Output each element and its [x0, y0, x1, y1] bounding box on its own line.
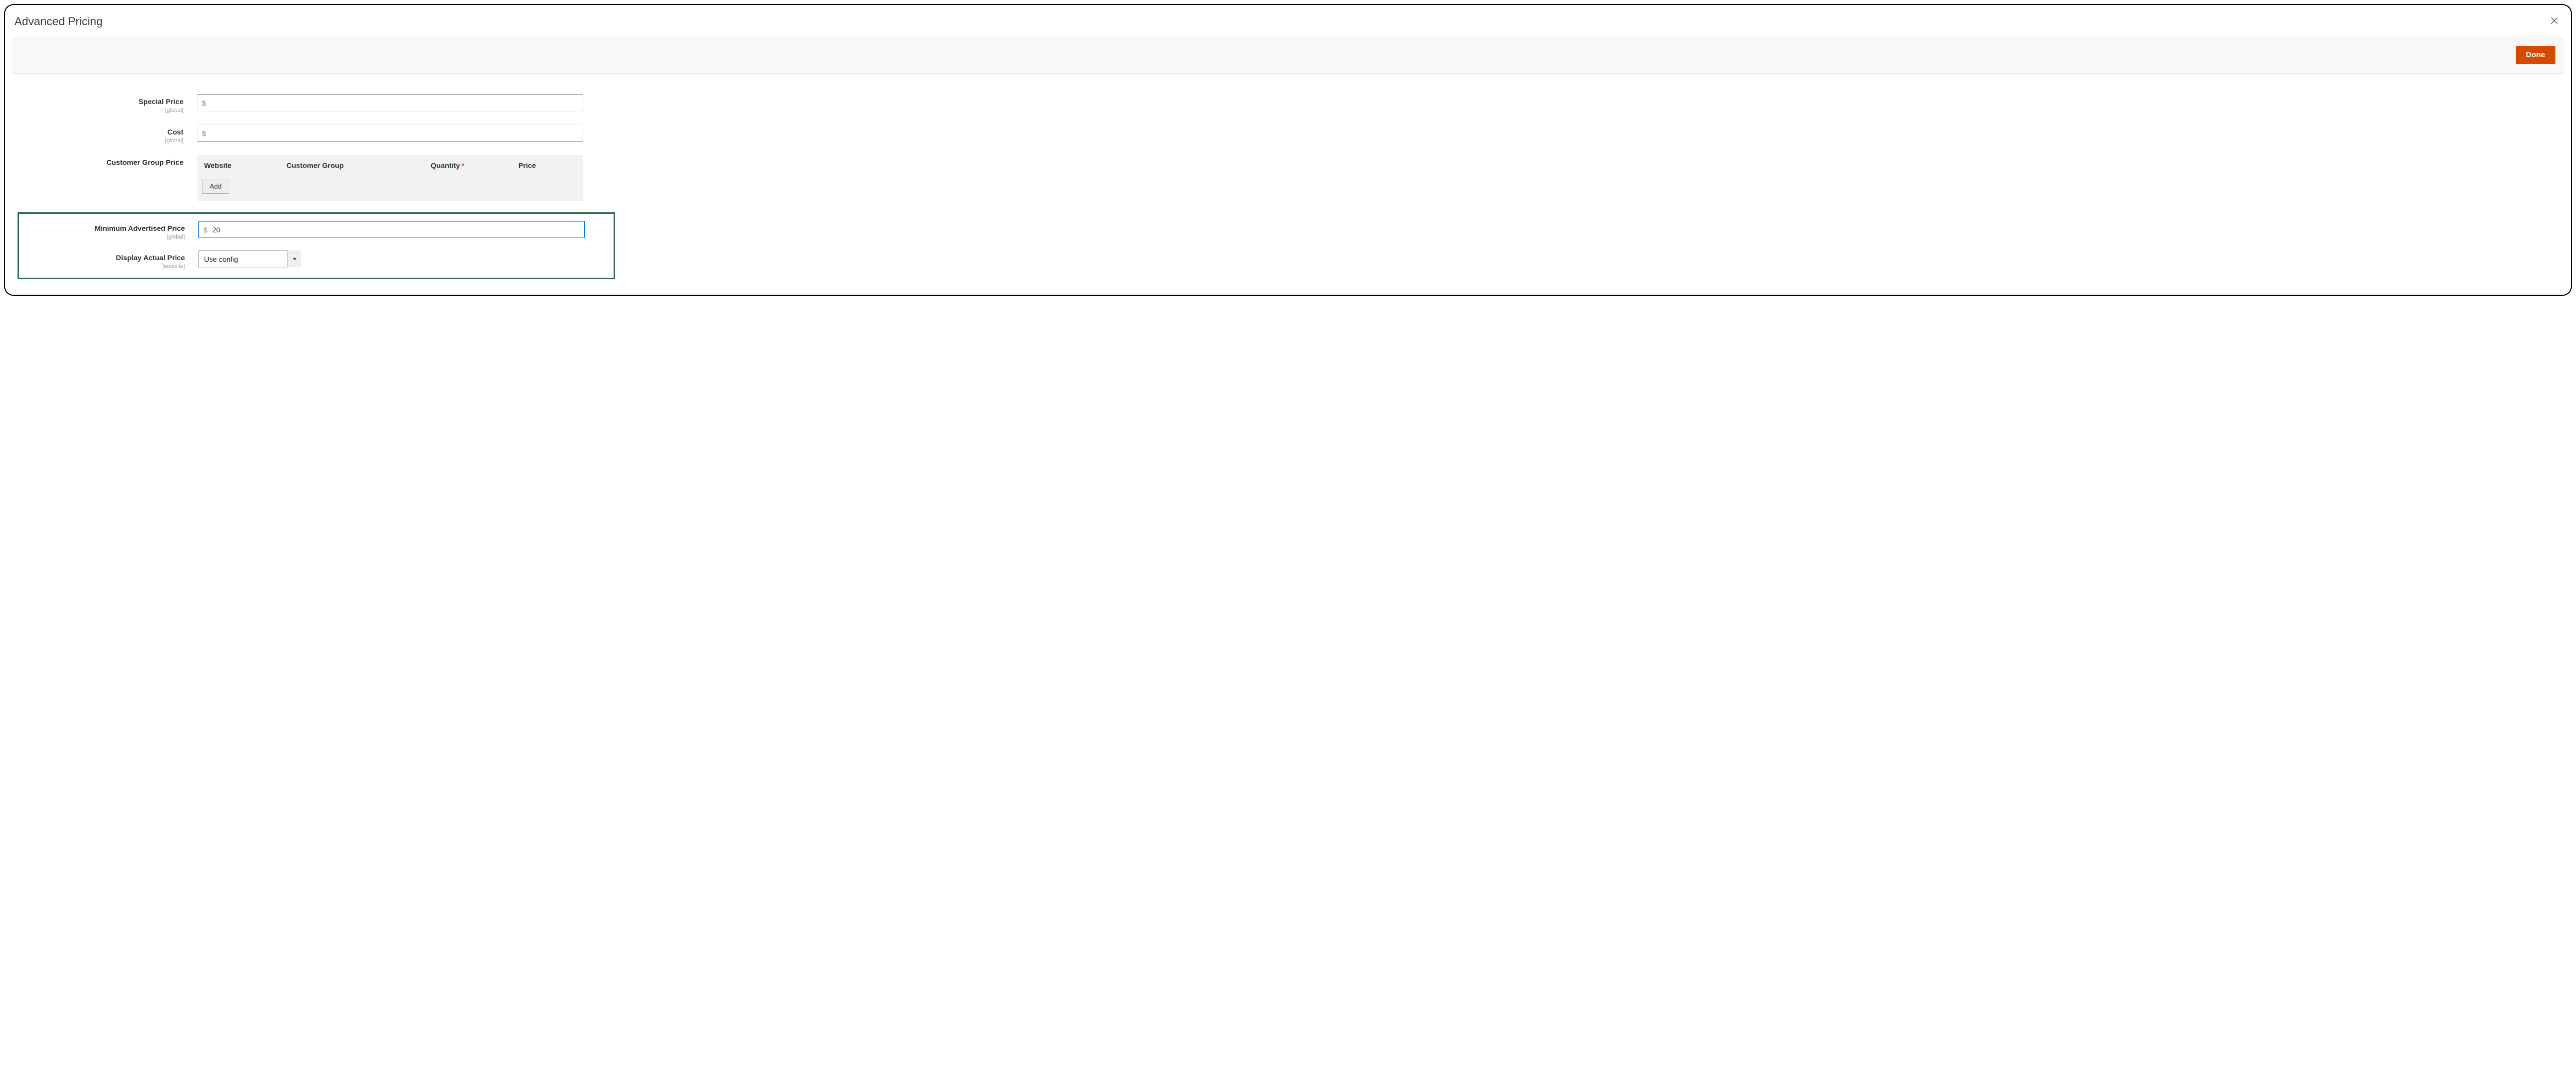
col-website: Website	[204, 161, 286, 170]
done-button[interactable]: Done	[2516, 46, 2556, 64]
row-min-advertised-price: Minimum Advertised Price [global] $	[19, 221, 614, 240]
col-quantity-label: Quantity	[431, 161, 460, 170]
form-body: Special Price [global] $ Cost [global] $	[12, 74, 2564, 279]
control-customer-group-price: Website Customer Group Quantity* Price A…	[197, 155, 583, 201]
group-price-actions: Add	[197, 176, 583, 201]
close-icon	[2549, 15, 2560, 26]
label-scope: [website]	[19, 263, 185, 269]
advanced-pricing-modal: Advanced Pricing Done Special Price [glo…	[4, 4, 2572, 296]
currency-input-wrap: $	[197, 125, 583, 142]
row-display-actual-price: Display Actual Price [website] Use confi…	[19, 250, 614, 269]
currency-input-wrap: $	[198, 221, 585, 238]
label-special-price: Special Price [global]	[18, 94, 197, 113]
control-display-actual-price: Use config	[198, 250, 585, 267]
group-price-header: Website Customer Group Quantity* Price	[197, 155, 583, 176]
label-text: Display Actual Price	[116, 253, 185, 262]
close-button[interactable]	[2547, 13, 2562, 29]
modal-toolbar: Done	[12, 37, 2564, 74]
row-cost: Cost [global] $	[18, 125, 2558, 144]
add-group-price-button[interactable]: Add	[202, 179, 229, 194]
label-min-advertised-price: Minimum Advertised Price [global]	[19, 221, 198, 240]
control-special-price: $	[197, 94, 583, 111]
min-advertised-price-input[interactable]	[198, 221, 585, 238]
select-wrap: Use config	[198, 250, 301, 267]
label-scope: [global]	[19, 234, 185, 240]
label-scope: [global]	[18, 107, 183, 113]
label-customer-group-price: Customer Group Price	[18, 155, 197, 167]
display-actual-price-select[interactable]: Use config	[198, 250, 301, 267]
label-cost: Cost [global]	[18, 125, 197, 144]
currency-input-wrap: $	[197, 94, 583, 111]
highlighted-section: Minimum Advertised Price [global] $ Disp…	[18, 212, 615, 279]
col-customer-group: Customer Group	[286, 161, 431, 170]
label-display-actual-price: Display Actual Price [website]	[19, 250, 198, 269]
group-price-panel: Website Customer Group Quantity* Price A…	[197, 155, 583, 201]
modal-header: Advanced Pricing	[12, 10, 2564, 37]
label-text: Customer Group Price	[107, 158, 183, 166]
special-price-input[interactable]	[197, 94, 583, 111]
control-cost: $	[197, 125, 583, 142]
col-price: Price	[518, 161, 576, 170]
label-text: Cost	[167, 128, 183, 136]
row-customer-group-price: Customer Group Price Website Customer Gr…	[18, 155, 2558, 201]
label-text: Minimum Advertised Price	[95, 224, 185, 232]
cost-input[interactable]	[197, 125, 583, 142]
col-quantity: Quantity*	[431, 161, 518, 170]
row-special-price: Special Price [global] $	[18, 94, 2558, 113]
modal-title: Advanced Pricing	[14, 15, 103, 28]
label-text: Special Price	[139, 97, 183, 106]
control-min-advertised-price: $	[198, 221, 585, 238]
required-star-icon: *	[462, 161, 464, 170]
label-scope: [global]	[18, 138, 183, 144]
